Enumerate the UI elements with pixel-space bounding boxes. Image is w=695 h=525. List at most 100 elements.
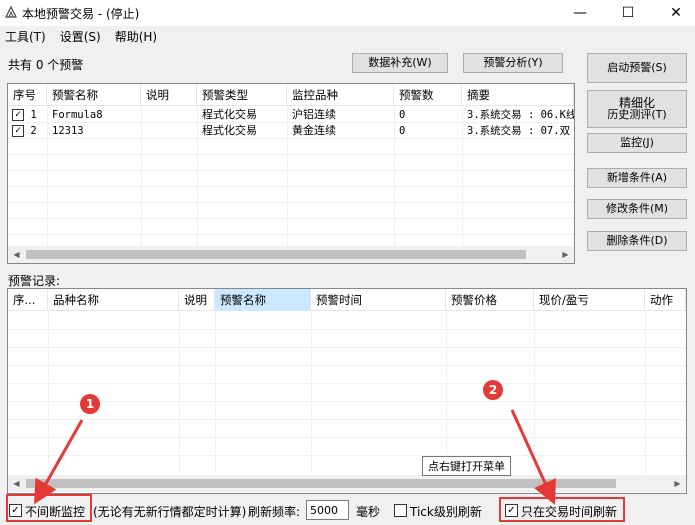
grid-line xyxy=(8,437,686,438)
maximize-button[interactable]: ☐ xyxy=(605,0,651,26)
refine-backtest-button[interactable]: 精细化 历史测评(T) xyxy=(587,90,687,128)
row-description xyxy=(141,107,197,123)
alert-analysis-button[interactable]: 预警分析(Y) xyxy=(463,53,563,73)
row-alert-type: 程式化交易 xyxy=(202,124,257,137)
row-alert-count: 0 xyxy=(399,125,406,137)
refresh-rate-input[interactable] xyxy=(306,500,349,520)
alerts-table-hscrollbar[interactable]: ◀ ▶ xyxy=(8,246,574,263)
annotation-box-2 xyxy=(499,497,625,522)
grid-line xyxy=(48,311,49,473)
row-index-cell: ✓ 1 xyxy=(8,107,47,123)
window-title: 本地预警交易 - (停止) xyxy=(22,7,140,21)
grid-line xyxy=(179,311,180,473)
col-alert-price[interactable]: 预警价格 xyxy=(446,289,534,311)
annotation-box-1 xyxy=(6,494,92,522)
grid-line xyxy=(534,311,535,473)
grid-line xyxy=(8,170,574,171)
grid-line xyxy=(645,311,646,473)
row-alert-count: 0 xyxy=(399,109,406,121)
records-table-header: 序... 品种名称 说明 预警名称 预警时间 预警价格 现价/盈亏 动作 xyxy=(8,289,686,311)
grid-line xyxy=(8,234,574,235)
row-index-cell: ✓ 2 xyxy=(8,123,47,139)
row-number: 1 xyxy=(30,109,37,121)
scroll-thumb[interactable] xyxy=(26,250,526,259)
start-alert-button[interactable]: 启动预警(S) xyxy=(587,53,687,83)
minimize-icon: — xyxy=(573,5,587,21)
row-alert-name: Formula8 xyxy=(52,109,103,121)
edit-condition-button[interactable]: 修改条件(M) xyxy=(587,199,687,219)
col-index[interactable]: 序... xyxy=(8,289,48,311)
grid-line xyxy=(8,455,686,456)
col-alert-type[interactable]: 预警类型 xyxy=(197,84,287,106)
col-summary[interactable]: 摘要 xyxy=(462,84,574,106)
refine-backtest-line2: 历史测评(T) xyxy=(607,108,667,121)
nonstop-monitor-note: (无论有无新行情都定时计算) xyxy=(93,505,247,519)
scroll-right-icon[interactable]: ▶ xyxy=(669,475,686,492)
scroll-left-icon[interactable]: ◀ xyxy=(8,475,25,492)
close-icon: ✕ xyxy=(670,5,682,21)
grid-line xyxy=(8,218,574,219)
grid-line xyxy=(8,365,686,366)
grid-line xyxy=(446,311,447,473)
grid-line xyxy=(8,383,686,384)
col-index[interactable]: 序号 xyxy=(8,84,47,106)
app-icon xyxy=(5,5,17,18)
grid-line xyxy=(215,311,216,473)
grid-line xyxy=(8,186,574,187)
tick-refresh-checkbox[interactable] xyxy=(394,503,408,517)
annotation-badge-2: 2 xyxy=(483,380,503,400)
add-condition-button[interactable]: 新增条件(A) xyxy=(587,168,687,188)
checkbox-empty-icon xyxy=(394,504,407,517)
title-bar: 本地预警交易 - (停止) — ☐ ✕ xyxy=(0,0,695,26)
menu-tools[interactable]: 工具(T) xyxy=(0,28,51,46)
alerts-table[interactable]: 序号 预警名称 说明 预警类型 监控品种 预警数 摘要 ✓ 1 Formula8… xyxy=(7,83,575,264)
col-alert-time[interactable]: 预警时间 xyxy=(311,289,446,311)
tick-refresh-label[interactable]: Tick级别刷新 xyxy=(410,503,482,520)
context-menu-tooltip: 点右键打开菜单 xyxy=(422,456,511,476)
grid-line xyxy=(8,401,686,402)
menu-bar: 工具(T) 设置(S) 帮助(H) xyxy=(0,28,166,46)
monitor-button[interactable]: 监控(J) xyxy=(587,133,687,153)
col-description[interactable]: 说明 xyxy=(179,289,215,311)
maximize-icon: ☐ xyxy=(621,5,635,21)
col-product[interactable]: 监控品种 xyxy=(287,84,394,106)
col-alert-count[interactable]: 预警数 xyxy=(394,84,462,106)
row-summary: 3.系统交易 : 07.双 xyxy=(467,125,571,137)
grid-line xyxy=(311,311,312,473)
alert-count-label: 共有 0 个预警 xyxy=(8,58,84,72)
minimize-button[interactable]: — xyxy=(557,0,603,26)
close-button[interactable]: ✕ xyxy=(653,0,695,26)
scroll-left-icon[interactable]: ◀ xyxy=(8,246,25,263)
delete-condition-button[interactable]: 删除条件(D) xyxy=(587,231,687,251)
refresh-rate-unit: 毫秒 xyxy=(356,505,381,519)
scroll-right-icon[interactable]: ▶ xyxy=(557,246,574,263)
row-alert-name: 12313 xyxy=(52,125,84,137)
menu-settings[interactable]: 设置(S) xyxy=(55,28,106,46)
data-supplement-button[interactable]: 数据补充(W) xyxy=(352,53,448,73)
grid-line xyxy=(8,347,686,348)
col-product-name[interactable]: 品种名称 xyxy=(48,289,179,311)
table-row[interactable]: ✓ 2 12313 程式化交易 黄金连续 0 3.系统交易 : 07.双 xyxy=(8,123,574,139)
row-summary: 3.系统交易 : 06.K线 xyxy=(467,109,574,121)
row-number: 2 xyxy=(30,125,37,137)
row-description xyxy=(141,123,197,139)
col-description[interactable]: 说明 xyxy=(141,84,197,106)
col-alert-name[interactable]: 预警名称 xyxy=(47,84,141,106)
menu-help[interactable]: 帮助(H) xyxy=(110,28,162,46)
row-alert-type: 程式化交易 xyxy=(202,108,257,121)
records-table-hscrollbar[interactable]: ◀ ▶ xyxy=(8,475,686,492)
col-price-pnl[interactable]: 现价/盈亏 xyxy=(534,289,645,311)
grid-line xyxy=(8,154,574,155)
row-enabled-checkbox[interactable]: ✓ xyxy=(12,125,24,137)
refresh-rate-label: 刷新频率: xyxy=(248,505,301,519)
row-enabled-checkbox[interactable]: ✓ xyxy=(12,109,24,121)
table-row[interactable]: ✓ 1 Formula8 程式化交易 沪铝连续 0 3.系统交易 : 06.K线 xyxy=(8,107,574,123)
records-label: 预警记录: xyxy=(8,274,61,288)
row-product: 沪铝连续 xyxy=(292,108,336,121)
grid-line xyxy=(8,419,686,420)
scroll-thumb[interactable] xyxy=(26,479,616,488)
col-alert-name[interactable]: 预警名称 xyxy=(215,289,311,311)
annotation-badge-1: 1 xyxy=(80,394,100,414)
records-table[interactable]: 序... 品种名称 说明 预警名称 预警时间 预警价格 现价/盈亏 动作 ◀ ▶ xyxy=(7,288,687,494)
col-action[interactable]: 动作 xyxy=(645,289,686,311)
